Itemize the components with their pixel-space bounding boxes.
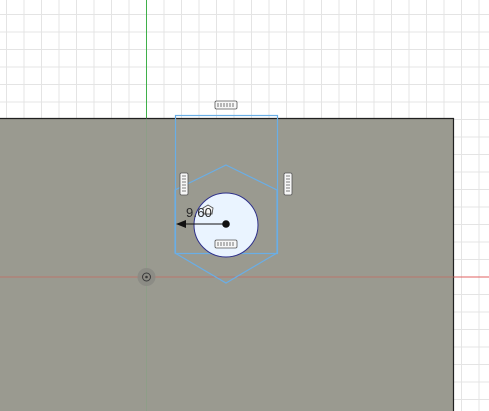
center-point[interactable] <box>222 220 230 228</box>
horizontal-constraint-icon[interactable] <box>214 239 238 249</box>
origin-point-icon[interactable] <box>137 268 156 286</box>
vertical-constraint-icon[interactable] <box>283 172 293 196</box>
dimension-value-label[interactable]: 9.60 <box>186 205 212 220</box>
canvas-viewport[interactable] <box>0 0 489 411</box>
solid-body-face[interactable] <box>0 118 454 411</box>
vertical-constraint-icon[interactable] <box>179 172 189 196</box>
horizontal-constraint-icon[interactable] <box>214 100 238 110</box>
